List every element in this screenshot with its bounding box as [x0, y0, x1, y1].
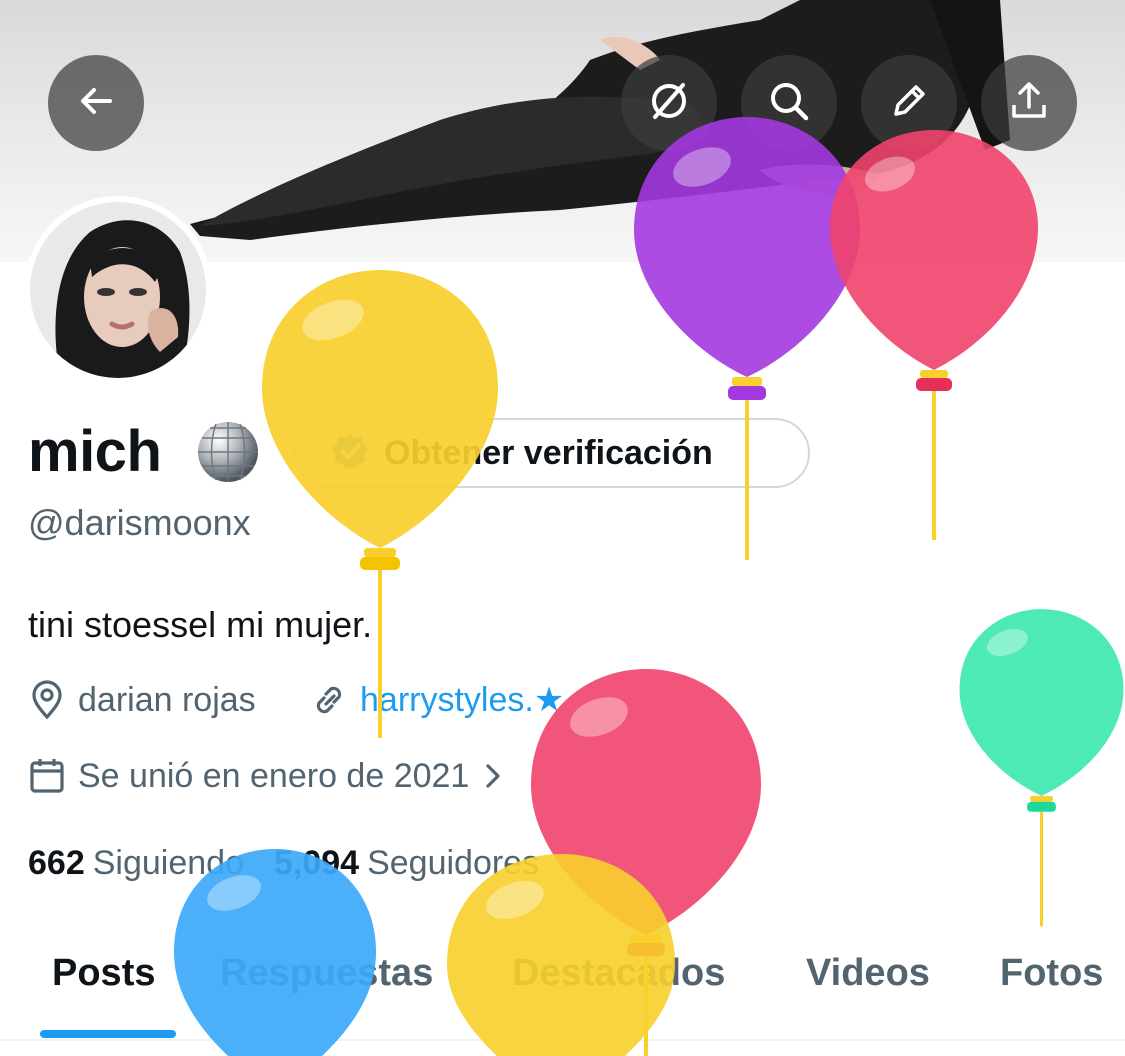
verified-badge-icon	[330, 431, 370, 476]
share-button[interactable]	[981, 55, 1077, 151]
tab-respuestas[interactable]: Respuestas	[220, 952, 433, 995]
balloon-green	[959, 609, 1124, 927]
avatar[interactable]	[24, 196, 212, 384]
profile-website[interactable]: harrystyles.★	[310, 680, 564, 720]
pencil-icon	[887, 79, 931, 128]
back-button[interactable]	[48, 55, 144, 151]
followers-link[interactable]: 5,094 Seguidores	[274, 844, 539, 883]
avatar-photo	[30, 202, 206, 378]
mirror-ball-icon	[196, 420, 260, 489]
followers-count: 5,094	[273, 844, 360, 882]
get-verified-label: Obtener verificación	[384, 433, 713, 472]
get-verified-button[interactable]: Obtener verificación	[294, 418, 810, 488]
grok-button[interactable]	[621, 55, 717, 151]
grok-icon	[647, 79, 691, 128]
profile-tabs: Posts Respuestas Destacados Videos Fotos	[0, 930, 1125, 1040]
profile-location: darian rojas	[28, 680, 256, 720]
website-link[interactable]: harrystyles.★	[360, 680, 564, 720]
profile-name: mich	[28, 419, 162, 484]
calendar-icon	[28, 756, 66, 796]
balloon-yellow	[262, 270, 498, 738]
link-icon	[310, 680, 348, 720]
active-tab-indicator	[40, 1030, 176, 1038]
tab-videos[interactable]: Videos	[806, 952, 930, 995]
joined-text: Se unió en enero de 2021	[78, 756, 470, 795]
tab-destacados[interactable]: Destacados	[512, 952, 725, 995]
following-label: Siguiendo	[92, 844, 244, 882]
arrow-left-icon	[76, 81, 116, 126]
followers-label: Seguidores	[367, 844, 540, 882]
share-icon	[1007, 79, 1051, 128]
following-count: 662	[28, 844, 85, 882]
following-link[interactable]: 662 Siguiendo	[28, 844, 244, 883]
chevron-right-icon	[483, 761, 503, 791]
profile-stats: 662 Siguiendo 5,094 Seguidores	[28, 844, 569, 883]
tab-posts[interactable]: Posts	[52, 952, 155, 995]
profile-joined[interactable]: Se unió en enero de 2021	[28, 756, 503, 796]
search-button[interactable]	[741, 55, 837, 151]
tabs-divider	[0, 1039, 1125, 1041]
profile-bio: tini stoessel mi mujer.	[28, 604, 373, 645]
location-pin-icon	[28, 680, 66, 720]
tab-fotos[interactable]: Fotos	[1000, 952, 1103, 995]
edit-button[interactable]	[861, 55, 957, 151]
profile-handle: @darismoonx	[28, 502, 251, 543]
location-text: darian rojas	[78, 680, 256, 719]
search-icon	[767, 79, 811, 128]
